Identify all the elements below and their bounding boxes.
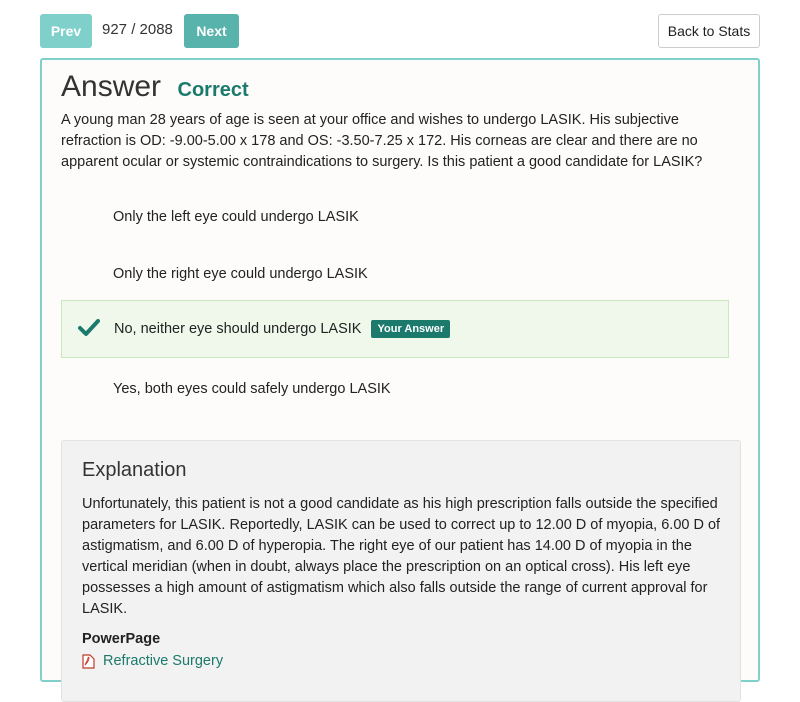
check-icon	[78, 319, 100, 336]
explanation-title: Explanation	[82, 459, 187, 481]
question-counter: 927 / 2088	[102, 21, 173, 38]
answer-option: Yes, both eyes could safely undergo LASI…	[61, 360, 729, 418]
option-label: Only the left eye could undergo LASIK	[113, 209, 359, 225]
option-label: Only the right eye could undergo LASIK	[113, 266, 368, 282]
powerpage-link-text[interactable]: Refractive Surgery	[103, 653, 223, 669]
pdf-icon	[82, 653, 95, 669]
explanation-panel: Explanation Unfortunately, this patient …	[61, 440, 741, 702]
answer-title: Answer	[61, 70, 162, 103]
answer-option-selected: No, neither eye should undergo LASIK You…	[61, 300, 729, 358]
answer-option: Only the right eye could undergo LASIK	[61, 245, 729, 303]
option-label: No, neither eye should undergo LASIK	[114, 321, 362, 337]
powerpage-label: PowerPage	[82, 631, 161, 647]
answer-option: Only the left eye could undergo LASIK	[61, 188, 729, 246]
prev-button[interactable]: Prev	[40, 14, 92, 48]
next-button[interactable]: Next	[184, 14, 239, 48]
back-to-stats-button[interactable]: Back to Stats	[658, 14, 760, 48]
answer-card: Answer Correct A young man 28 years of a…	[40, 58, 760, 702]
option-label: Yes, both eyes could safely undergo LASI…	[113, 381, 391, 397]
powerpage-link[interactable]: Refractive Surgery	[82, 653, 223, 669]
question-text: A young man 28 years of age is seen at y…	[61, 112, 703, 170]
your-answer-badge: Your Answer	[371, 320, 451, 338]
result-status: Correct	[177, 79, 249, 101]
question-navigation: Prev 927 / 2088 Next Back to Stats	[40, 14, 760, 48]
explanation-text: Unfortunately, this patient is not a goo…	[82, 496, 721, 617]
answer-header: Answer Correct	[61, 70, 249, 104]
